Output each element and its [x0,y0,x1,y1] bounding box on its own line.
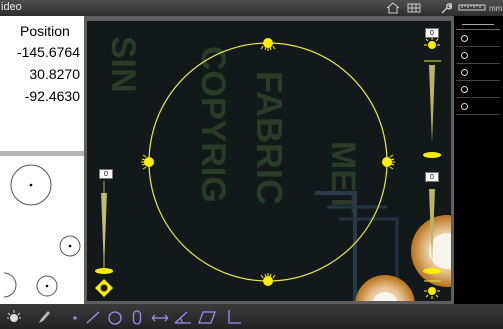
circle-feature-icon [461,35,468,42]
ruler-icon[interactable] [458,2,486,14]
grid-icon[interactable] [407,2,421,14]
circle-feature-icon [461,86,468,93]
title-bar: ideo mm [0,0,503,16]
coord-z-value: -92.4630 [24,88,80,104]
circle-feature-icon [461,52,468,59]
feature-list-item[interactable] [456,31,500,47]
slot-tool-icon[interactable] [131,309,143,325]
circle-feature-icon [461,103,468,110]
distance-tool-icon[interactable] [151,309,169,325]
feature-list-header [456,16,500,30]
point-tool-icon[interactable] [70,309,80,325]
window-title: ideo [1,1,22,13]
probe-icon[interactable] [6,309,22,325]
right-top-light-value[interactable]: 0 [425,28,439,38]
right-bottom-light-value[interactable]: 0 [425,172,439,182]
measure-toolbar [0,304,503,329]
feature-list-item[interactable] [456,82,500,98]
position-panel: Position -145.6764 30.8270 -92.4630 [0,16,84,304]
axis-tool-icon[interactable] [226,309,242,325]
angle-tool-icon[interactable] [174,309,192,325]
feature-list-item[interactable] [456,99,500,115]
svg-text:SIN: SIN [104,36,142,93]
svg-text:COPYRIG: COPYRIG [194,46,232,203]
thumbnail-circle-feature [3,272,17,298]
circle-tool-icon[interactable] [107,309,123,325]
pen-icon[interactable] [36,309,52,325]
units-label: mm [489,4,503,13]
video-view-frame: SIN COPYRIG FABRIC MET 0 0 0 [84,16,454,304]
camera-video-feed[interactable]: SIN COPYRIG FABRIC MET 0 0 0 [87,21,451,301]
left-light-value[interactable]: 0 [99,169,113,179]
wrench-icon[interactable] [440,2,452,14]
feature-list-item[interactable] [456,65,500,81]
home-icon[interactable] [386,2,400,14]
plane-tool-icon[interactable] [198,309,216,325]
coord-y-value: 30.8270 [29,66,80,82]
position-heading: Position [20,23,70,39]
part-view-thumbnail[interactable] [0,156,84,304]
feature-list-panel [454,16,503,304]
coord-x-value: -145.6764 [16,44,80,60]
circle-feature-icon [461,69,468,76]
line-tool-icon[interactable] [86,309,100,325]
svg-text:FABRIC: FABRIC [249,71,290,205]
feature-list-item[interactable] [456,48,500,64]
